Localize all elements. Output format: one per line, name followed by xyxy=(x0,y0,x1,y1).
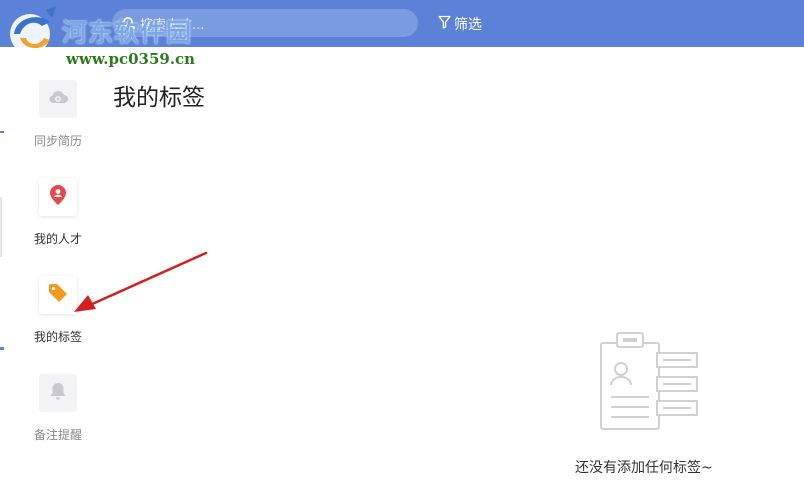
page-title: 我的标签 xyxy=(113,85,205,111)
sidebar-item-sync-resume[interactable]: 同步简历 xyxy=(18,80,98,149)
filter-button[interactable]: 筛选 xyxy=(438,14,482,34)
sidebar-item-label: 同步简历 xyxy=(33,134,82,148)
sidebar-item-label: 我的标签 xyxy=(33,330,82,344)
icon-tile xyxy=(39,374,77,412)
left-edge xyxy=(0,47,6,483)
edge-mark xyxy=(0,197,2,257)
edge-mark xyxy=(0,347,4,350)
sidebar-item-reminders[interactable]: 备注提醒 xyxy=(18,374,98,443)
person-pin-icon xyxy=(48,184,68,210)
watermark-text: 河东软件园 xyxy=(62,18,193,47)
cloud-sync-icon xyxy=(47,89,69,109)
empty-state-illustration xyxy=(599,331,699,435)
bell-icon xyxy=(49,381,67,405)
sidebar-item-label: 备注提醒 xyxy=(33,428,82,442)
filter-label: 筛选 xyxy=(454,17,482,33)
funnel-icon xyxy=(438,15,451,33)
watermark-logo: 河东软件园 www.pc0359.cn xyxy=(6,4,196,68)
icon-tile xyxy=(39,80,77,118)
sidebar-item-my-talent[interactable]: 我的人才 xyxy=(18,178,98,247)
annotation-arrow xyxy=(74,251,208,312)
edge-mark xyxy=(0,131,4,133)
watermark-url: www.pc0359.cn xyxy=(66,50,196,68)
icon-tile xyxy=(39,178,77,216)
clipboard-resume-icon xyxy=(600,332,698,430)
logo-icon xyxy=(10,6,56,54)
empty-state-message: 还没有添加任何标签~ xyxy=(575,460,713,476)
